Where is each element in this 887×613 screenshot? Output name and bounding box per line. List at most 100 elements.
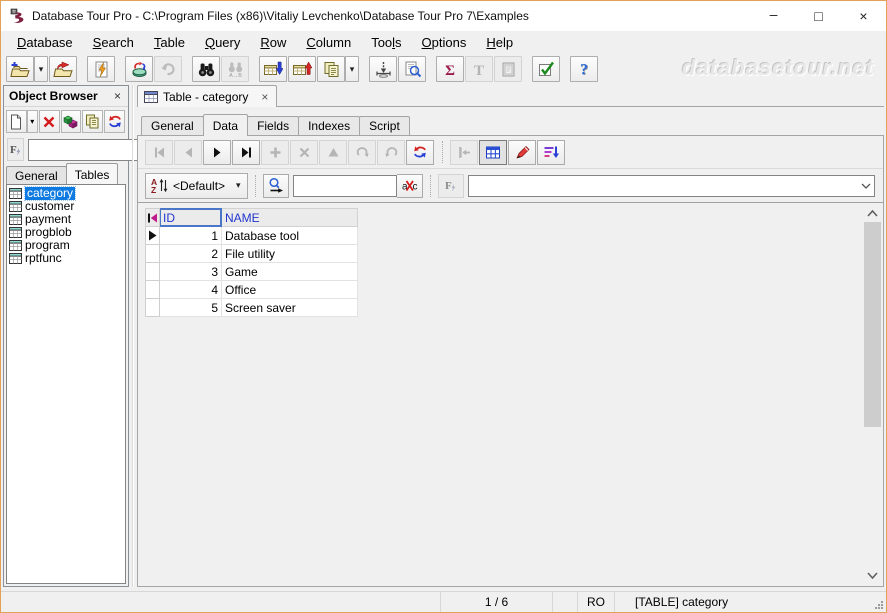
options-button[interactable] [532, 56, 560, 82]
tab-general-objects[interactable]: General [6, 166, 67, 184]
tables-list: category customer payment progblob progr… [6, 184, 126, 584]
text-view-button[interactable]: T [465, 56, 493, 82]
refresh-records-button[interactable] [406, 140, 434, 165]
insert-record-button[interactable] [261, 140, 289, 165]
refresh-objects-button[interactable] [104, 110, 125, 133]
grid-row[interactable]: 2 File utility [146, 245, 358, 263]
filter-combobox[interactable] [468, 175, 875, 197]
cell-id[interactable]: 2 [160, 245, 222, 263]
export-button[interactable] [288, 56, 316, 82]
edit-mode-button[interactable] [508, 140, 536, 165]
edit-record-button[interactable] [319, 140, 347, 165]
column-header-name[interactable]: NAME [222, 209, 358, 227]
collapse-columns-button[interactable] [450, 140, 478, 165]
find-button[interactable] [192, 56, 220, 82]
reopen-database-button[interactable] [49, 56, 77, 82]
menu-row[interactable]: Row [250, 33, 296, 52]
sql-editor-button[interactable] [87, 56, 115, 82]
list-item-rptfunc[interactable]: rptfunc [7, 252, 125, 265]
scroll-down-button[interactable] [864, 567, 881, 584]
menu-database[interactable]: Database [7, 33, 83, 52]
import-button[interactable] [259, 56, 287, 82]
redo-button[interactable] [348, 140, 376, 165]
menu-column[interactable]: Column [296, 33, 361, 52]
sort-records-button[interactable] [537, 140, 565, 165]
undo-button[interactable] [154, 56, 182, 82]
cell-id[interactable]: 4 [160, 281, 222, 299]
minimize-button[interactable]: – [751, 1, 796, 31]
grid-row[interactable]: 1 Database tool [146, 227, 358, 245]
tab-data[interactable]: Data [203, 114, 248, 136]
last-record-button[interactable] [232, 140, 260, 165]
grid-row[interactable]: 4 Office [146, 281, 358, 299]
first-record-button[interactable] [145, 140, 173, 165]
object-browser-close-button[interactable]: × [110, 89, 125, 104]
cell-name[interactable]: Screen saver [222, 299, 358, 317]
quick-search-input[interactable] [294, 176, 396, 196]
scrollbar-thumb[interactable] [864, 222, 881, 427]
tab-fields[interactable]: Fields [247, 116, 299, 135]
grid-row[interactable]: 5 Screen saver [146, 299, 358, 317]
close-button[interactable]: × [841, 1, 886, 31]
print-button[interactable] [369, 56, 397, 82]
cell-name[interactable]: Database tool [222, 227, 358, 245]
cell-id[interactable]: 5 [160, 299, 222, 317]
copy-object-button[interactable] [82, 110, 103, 133]
delete-object-button[interactable] [39, 110, 60, 133]
delete-record-button[interactable] [290, 140, 318, 165]
copy-pages-icon [85, 114, 100, 129]
grid-row[interactable]: 3 Game [146, 263, 358, 281]
menu-tools[interactable]: Tools [361, 33, 411, 52]
help-button[interactable]: ? ? [570, 56, 598, 82]
cell-id[interactable]: 1 [160, 227, 222, 245]
tab-tables[interactable]: Tables [66, 163, 119, 184]
tab-general[interactable]: General [141, 116, 204, 135]
sort-order-button[interactable]: A Z <Default> ▾ [145, 173, 248, 199]
scroll-up-button[interactable] [864, 205, 881, 222]
tab-indexes[interactable]: Indexes [298, 116, 360, 135]
tab-script[interactable]: Script [359, 116, 410, 135]
document-tab-category[interactable]: Table - category × [137, 85, 277, 107]
cell-id[interactable]: 3 [160, 263, 222, 281]
object-filter-button[interactable]: F [7, 138, 24, 161]
document-tab-close-button[interactable]: × [261, 90, 268, 104]
new-object-button[interactable] [6, 110, 27, 133]
scrollbar-track[interactable] [864, 222, 881, 567]
menu-search[interactable]: Search [83, 33, 144, 52]
open-database-dropdown[interactable]: ▾ [34, 56, 48, 82]
panel-splitter[interactable] [129, 85, 137, 587]
filter-input[interactable] [469, 176, 858, 196]
report-button[interactable] [494, 56, 522, 82]
undo-edit-button[interactable] [377, 140, 405, 165]
cell-name[interactable]: File utility [222, 245, 358, 263]
prior-record-button[interactable] [174, 140, 202, 165]
menu-query[interactable]: Query [195, 33, 250, 52]
data-filter-button[interactable]: F [438, 174, 464, 198]
column-header-id[interactable]: ID [160, 209, 222, 227]
quick-search-box[interactable] [293, 175, 397, 197]
text-t-icon: T [471, 61, 487, 78]
new-object-dropdown[interactable]: ▾ [27, 110, 38, 133]
next-record-button[interactable] [203, 140, 231, 165]
aggregate-sum-button[interactable]: Σ [436, 56, 464, 82]
print-preview-button[interactable] [398, 56, 426, 82]
copy-button[interactable] [317, 56, 345, 82]
maximize-button[interactable]: □ [796, 1, 841, 31]
locate-record-button[interactable] [263, 174, 289, 198]
cell-name[interactable]: Office [222, 281, 358, 299]
clear-search-button[interactable]: a c [397, 174, 423, 198]
resize-grip[interactable] [870, 592, 886, 612]
cell-name[interactable]: Game [222, 263, 358, 281]
replace-button[interactable]: A→B [221, 56, 249, 82]
refresh-database-button[interactable] [125, 56, 153, 82]
copy-dropdown[interactable]: ▾ [345, 56, 359, 82]
grid-view-button[interactable] [479, 140, 507, 165]
menu-help[interactable]: Help [476, 33, 523, 52]
menu-table[interactable]: Table [144, 33, 195, 52]
vertical-scrollbar[interactable] [864, 205, 881, 584]
table-icon [9, 201, 22, 212]
objects-button[interactable] [61, 110, 82, 133]
open-database-button[interactable] [6, 56, 34, 82]
menu-options[interactable]: Options [412, 33, 477, 52]
chevron-down-icon[interactable] [858, 183, 874, 189]
